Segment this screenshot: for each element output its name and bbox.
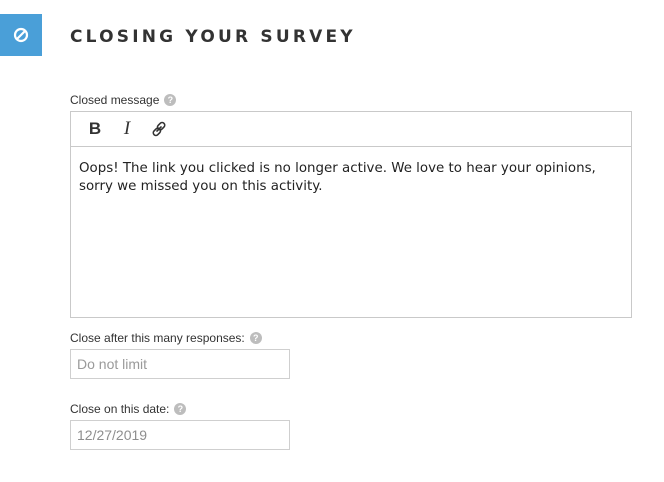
help-icon[interactable]: ?	[174, 403, 187, 415]
block-icon	[13, 27, 29, 43]
closed-message-editor[interactable]: B I Oops! The link you clicked is no lon…	[70, 111, 632, 318]
close-date-input[interactable]	[70, 420, 290, 450]
section-badge	[0, 14, 42, 56]
closing-survey-page: CLOSING YOUR SURVEY Closed message ? B I…	[0, 0, 664, 482]
link-button[interactable]	[143, 115, 175, 143]
response-limit-input[interactable]	[70, 349, 290, 379]
link-icon	[152, 121, 166, 137]
editor-toolbar: B I	[71, 112, 631, 147]
close-date-label-text: Close on this date:	[70, 402, 170, 416]
close-after-label-text: Close after this many responses:	[70, 331, 245, 345]
close-date-label: Close on this date: ?	[70, 402, 187, 416]
closed-message-label: Closed message ?	[70, 93, 177, 107]
bold-button[interactable]: B	[79, 115, 111, 143]
section-title: CLOSING YOUR SURVEY	[70, 27, 356, 47]
help-icon[interactable]: ?	[249, 332, 262, 344]
close-after-label: Close after this many responses: ?	[70, 331, 262, 345]
closed-message-text[interactable]: Oops! The link you clicked is no longer …	[71, 147, 631, 196]
closed-message-label-text: Closed message	[70, 93, 160, 107]
help-icon[interactable]: ?	[164, 94, 177, 106]
italic-button[interactable]: I	[111, 115, 143, 143]
